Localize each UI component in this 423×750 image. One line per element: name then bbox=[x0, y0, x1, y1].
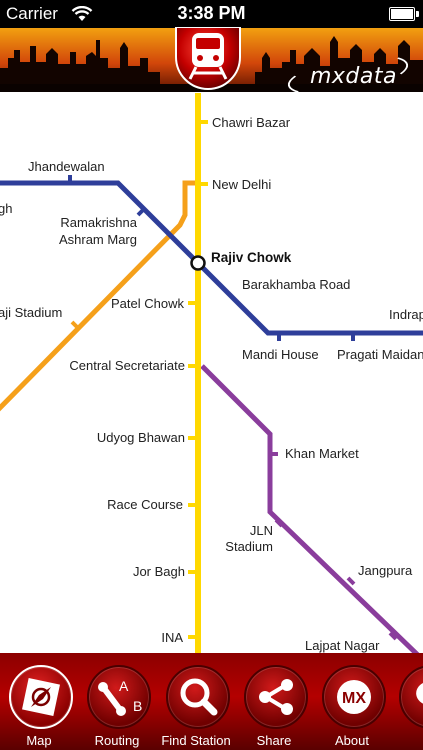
station-race-course[interactable]: Race Course bbox=[60, 497, 183, 513]
station-pragati-maidan[interactable]: Pragati Maidan bbox=[337, 347, 423, 363]
tab-routing[interactable]: A B Routing bbox=[78, 653, 156, 750]
battery-icon bbox=[389, 7, 415, 21]
station-udyog-bhawan[interactable]: Udyog Bhawan bbox=[60, 430, 185, 446]
route-ab-icon: A B bbox=[98, 678, 142, 716]
station-barakhamba-road[interactable]: Barakhamba Road bbox=[242, 277, 350, 293]
station-ina[interactable]: INA bbox=[60, 630, 183, 646]
station-patel-chowk[interactable]: Patel Chowk bbox=[60, 296, 184, 312]
about-icon-text: MX bbox=[342, 690, 366, 707]
share-icon bbox=[259, 679, 293, 715]
help-icon bbox=[416, 683, 423, 704]
tab-help-label: H bbox=[380, 733, 423, 748]
tab-bar: Map A B Routing Find Station Share MX Ab… bbox=[0, 653, 423, 750]
interchange-rajiv-chowk bbox=[190, 255, 206, 271]
station-mandi-house[interactable]: Mandi House bbox=[242, 347, 319, 363]
station-new-delhi[interactable]: New Delhi bbox=[212, 177, 271, 193]
magnifier-icon bbox=[180, 678, 218, 716]
station-jhandewalan[interactable]: Jhandewalan bbox=[28, 159, 105, 175]
route-letter-b: B bbox=[133, 698, 142, 714]
station-rajiv-chowk[interactable]: Rajiv Chowk bbox=[211, 250, 291, 266]
station-gh[interactable]: gh bbox=[0, 201, 12, 217]
violet-line bbox=[200, 364, 420, 653]
route-letter-a: A bbox=[119, 678, 129, 694]
station-shivaji-stadium[interactable]: aji Stadium bbox=[0, 305, 62, 321]
tab-help[interactable]: H bbox=[390, 653, 423, 750]
station-lajpat-nagar[interactable]: Lajpat Nagar bbox=[305, 638, 379, 653]
station-indrap[interactable]: Indrap bbox=[389, 307, 423, 323]
tab-share[interactable]: Share bbox=[235, 653, 313, 750]
station-jln-line1[interactable]: JLN bbox=[220, 523, 273, 539]
station-khan-market[interactable]: Khan Market bbox=[285, 446, 359, 462]
station-ramakrishna-line1[interactable]: Ramakrishna bbox=[40, 215, 137, 231]
metro-map[interactable]: Chawri Bazar Jhandewalan gh New Delhi Ra… bbox=[0, 93, 423, 653]
station-chawri-bazar[interactable]: Chawri Bazar bbox=[212, 115, 290, 131]
station-jor-bagh[interactable]: Jor Bagh bbox=[60, 564, 185, 580]
brand-logo: mxdata bbox=[309, 64, 397, 89]
compass-icon bbox=[22, 678, 60, 716]
station-central-secretariate[interactable]: Central Secretariate bbox=[30, 358, 185, 374]
status-bar: Carrier 3:38 PM bbox=[0, 0, 423, 28]
station-jangpura[interactable]: Jangpura bbox=[358, 563, 412, 579]
tab-map[interactable]: Map bbox=[0, 653, 78, 750]
mx-logo-icon: MX bbox=[337, 680, 371, 714]
station-jln-line2[interactable]: Stadium bbox=[220, 539, 273, 555]
metro-train-icon bbox=[175, 27, 241, 90]
tab-find-station[interactable]: Find Station bbox=[157, 653, 235, 750]
status-time: 3:38 PM bbox=[177, 3, 246, 23]
station-ramakrishna-line2[interactable]: Ashram Marg bbox=[40, 232, 137, 248]
